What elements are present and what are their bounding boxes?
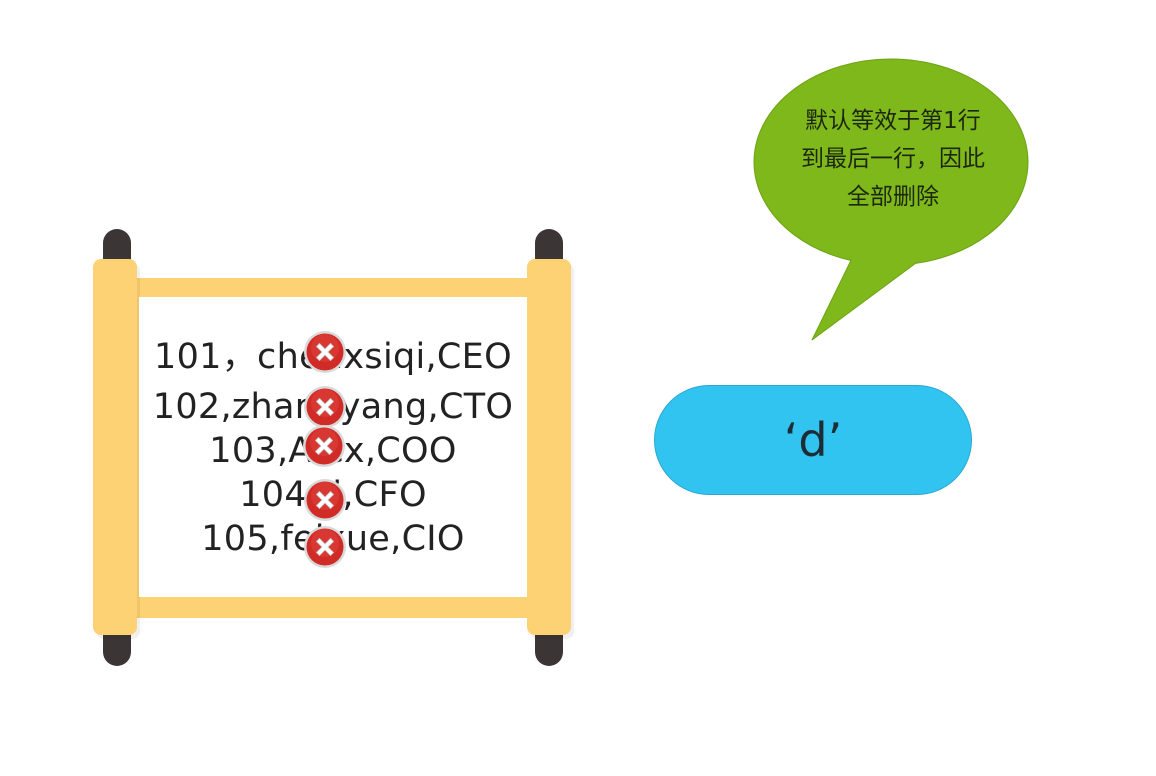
bubble-line-3: 全部删除: [847, 184, 939, 210]
command-pill: ‘d’: [654, 385, 972, 495]
delete-x-icon: [303, 330, 347, 374]
diagram-canvas: 101，chenxsiqi,CEO 102,zhangyang,CTO 103,…: [0, 0, 1156, 776]
bubble-line-2: 到最后一行，因此: [801, 146, 985, 172]
scroll-rod-right: [527, 259, 571, 635]
delete-x-icon: [303, 478, 347, 522]
command-label: ‘d’: [783, 413, 843, 467]
delete-x-icon: [303, 385, 347, 429]
bubble-line-1: 默认等效于第1行: [805, 108, 981, 134]
bubble-text: 默认等效于第1行 到最后一行，因此 全部删除: [776, 102, 1010, 216]
delete-x-icon: [303, 525, 347, 569]
delete-x-icon: [302, 424, 346, 468]
scroll-rod-left: [93, 259, 137, 635]
